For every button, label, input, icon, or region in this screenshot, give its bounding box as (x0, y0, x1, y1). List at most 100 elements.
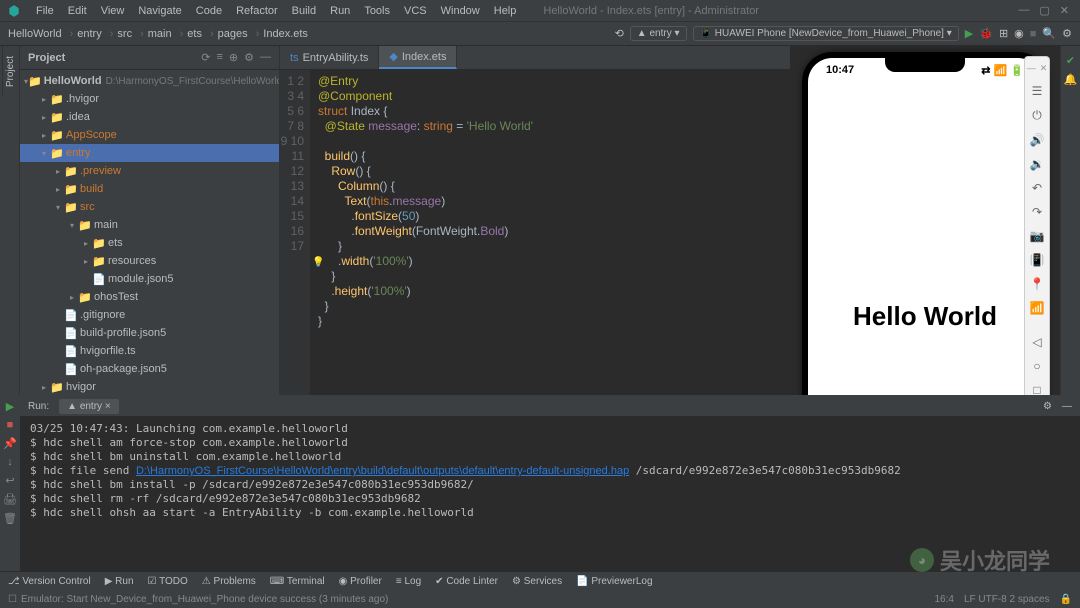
project-refresh-icon[interactable]: ⟳ (201, 51, 210, 64)
coverage-button[interactable]: ⊞ (999, 27, 1008, 40)
run-stop-icon[interactable]: ■ (7, 419, 14, 431)
tab-index[interactable]: ◆Index.ets (379, 46, 457, 69)
menu-view[interactable]: View (94, 5, 132, 17)
crumb-4[interactable]: ets (187, 28, 202, 40)
project-hide-icon[interactable]: — (260, 51, 271, 64)
run-config-tab[interactable]: ▲ entry × (59, 399, 119, 414)
project-settings-icon[interactable]: ⚙ (244, 51, 254, 64)
emu-close-icon[interactable]: ✕ (1040, 63, 1048, 74)
run-pin-icon[interactable]: 📌 (3, 437, 17, 450)
run-button[interactable]: ▶ (965, 27, 973, 40)
tree-item[interactable]: 📄.gitignore (20, 306, 279, 324)
menu-refactor[interactable]: Refactor (229, 5, 285, 17)
tree-item[interactable]: ▾📁main (20, 216, 279, 234)
window-maximize[interactable]: ▢ (1039, 4, 1049, 17)
tree-item[interactable]: ▸📁.idea (20, 108, 279, 126)
menu-tools[interactable]: Tools (357, 5, 397, 17)
settings-button[interactable]: ⚙ (1062, 27, 1072, 40)
crumb-6[interactable]: Index.ets (263, 28, 308, 40)
profile-button[interactable]: ◉ (1014, 27, 1024, 40)
tree-item[interactable]: ▾📁entry (20, 144, 279, 162)
emu-menu-icon[interactable]: ☰ (1032, 84, 1043, 98)
crumb-1[interactable]: entry (77, 28, 101, 40)
btm-services[interactable]: ⚙ Services (512, 576, 562, 587)
window-close[interactable]: ✕ (1060, 4, 1069, 17)
menu-help[interactable]: Help (487, 5, 524, 17)
device-selector[interactable]: 📱 HUAWEI Phone [NewDevice_from_Huawei_Ph… (693, 26, 959, 41)
emu-rotate-right-icon[interactable]: ↷ (1032, 205, 1042, 219)
emu-shake-icon[interactable]: 📳 (1030, 253, 1045, 267)
crumb-3[interactable]: main (148, 28, 172, 40)
project-select-icon[interactable]: ⊕ (229, 51, 238, 64)
emu-power-icon[interactable]: ⏻ (1032, 108, 1042, 123)
emu-rotate-left-icon[interactable]: ↶ (1032, 181, 1042, 195)
project-collapse-icon[interactable]: ≡ (216, 51, 222, 64)
run-down-icon[interactable]: ↓ (7, 456, 13, 468)
menu-navigate[interactable]: Navigate (131, 5, 188, 17)
btm-version-control[interactable]: ⎇ Version Control (8, 576, 91, 587)
menu-run[interactable]: Run (323, 5, 357, 17)
btm-problems[interactable]: ⚠ Problems (202, 576, 256, 587)
btm-run[interactable]: ▶ Run (105, 576, 134, 587)
tree-item[interactable]: ▸📁build (20, 180, 279, 198)
menu-edit[interactable]: Edit (61, 5, 94, 17)
tree-item[interactable]: ▸📁ets (20, 234, 279, 252)
btm-previewer-log[interactable]: 📄 PreviewerLog (576, 576, 652, 587)
status-pos[interactable]: 16:4 (934, 594, 953, 605)
tree-item[interactable]: ▸📁ohosTest (20, 288, 279, 306)
tree-item[interactable]: ▸📁hvigor (20, 378, 279, 396)
run-print-icon[interactable]: 🖨 (3, 493, 17, 506)
crumb-2[interactable]: src (117, 28, 132, 40)
menu-code[interactable]: Code (189, 5, 229, 17)
emu-screenshot-icon[interactable]: 📷 (1030, 229, 1045, 243)
tree-item[interactable]: 📄oh-package.json5 (20, 360, 279, 378)
run-settings-icon[interactable]: ⚙ (1043, 401, 1052, 412)
intention-bulb-icon[interactable]: 💡 (312, 257, 324, 268)
run-rerun-icon[interactable]: ▶ (6, 400, 14, 413)
tree-item[interactable]: 📄module.json5 (20, 270, 279, 288)
tab-entryability[interactable]: tsEntryAbility.ts (280, 46, 379, 69)
menu-build[interactable]: Build (285, 5, 323, 17)
run-hide-icon[interactable]: — (1062, 401, 1072, 412)
btm-log[interactable]: ≡ Log (396, 576, 421, 587)
crumb-0[interactable]: HelloWorld (8, 28, 62, 40)
btm-code-linter[interactable]: ✔ Code Linter (435, 576, 498, 587)
emu-minimize-icon[interactable]: — (1027, 63, 1036, 74)
crumb-5[interactable]: pages (218, 28, 248, 40)
watermark: ◕ 吴小龙同学 (910, 544, 1050, 576)
leftrail-project-tab[interactable]: Project (2, 46, 18, 97)
search-button[interactable]: 🔍 (1042, 27, 1056, 40)
tree-item[interactable]: ▾📁src (20, 198, 279, 216)
stop-button[interactable]: ■ (1030, 28, 1037, 40)
rightrail-bell-icon[interactable]: 🔔 (1064, 73, 1078, 86)
menu-vcs[interactable]: VCS (397, 5, 434, 17)
tree-root[interactable]: HelloWorld (44, 75, 102, 87)
status-enc[interactable]: LF UTF-8 2 spaces (964, 594, 1050, 605)
emu-network-icon[interactable]: 📶 (1030, 301, 1045, 315)
btm-profiler[interactable]: ◉ Profiler (339, 576, 382, 587)
emu-location-icon[interactable]: 📍 (1030, 277, 1045, 291)
emu-back-icon[interactable]: ◁ (1032, 335, 1041, 349)
run-wrap-icon[interactable]: ↩ (5, 474, 14, 487)
window-title: HelloWorld - Index.ets [entry] - Adminis… (543, 5, 759, 17)
emu-voldown-icon[interactable]: 🔉 (1030, 157, 1045, 171)
tree-item[interactable]: ▸📁.hvigor (20, 90, 279, 108)
tree-item[interactable]: 📄hvigorfile.ts (20, 342, 279, 360)
emu-volup-icon[interactable]: 🔊 (1030, 133, 1045, 147)
window-minimize[interactable]: — (1018, 4, 1029, 17)
tree-item[interactable]: ▸📁.preview (20, 162, 279, 180)
btm-todo[interactable]: ☑ TODO (148, 576, 188, 587)
sync-icon[interactable]: ⟲ (615, 27, 624, 40)
tree-item[interactable]: 📄build-profile.json5 (20, 324, 279, 342)
run-config-selector[interactable]: ▲ entry ▾ (630, 26, 687, 41)
menu-file[interactable]: File (29, 5, 61, 17)
emu-home-icon[interactable]: ○ (1033, 359, 1040, 373)
menu-window[interactable]: Window (434, 5, 487, 17)
debug-button[interactable]: 🐞 (979, 27, 993, 40)
btm-terminal[interactable]: ⌨ Terminal (270, 576, 325, 587)
tree-item[interactable]: ▸📁AppScope (20, 126, 279, 144)
status-lock-icon[interactable]: 🔒 (1060, 594, 1072, 605)
run-clear-icon[interactable]: 🗑 (3, 512, 17, 525)
tree-item[interactable]: ▸📁resources (20, 252, 279, 270)
rightrail-check-icon[interactable]: ✔ (1066, 54, 1075, 67)
